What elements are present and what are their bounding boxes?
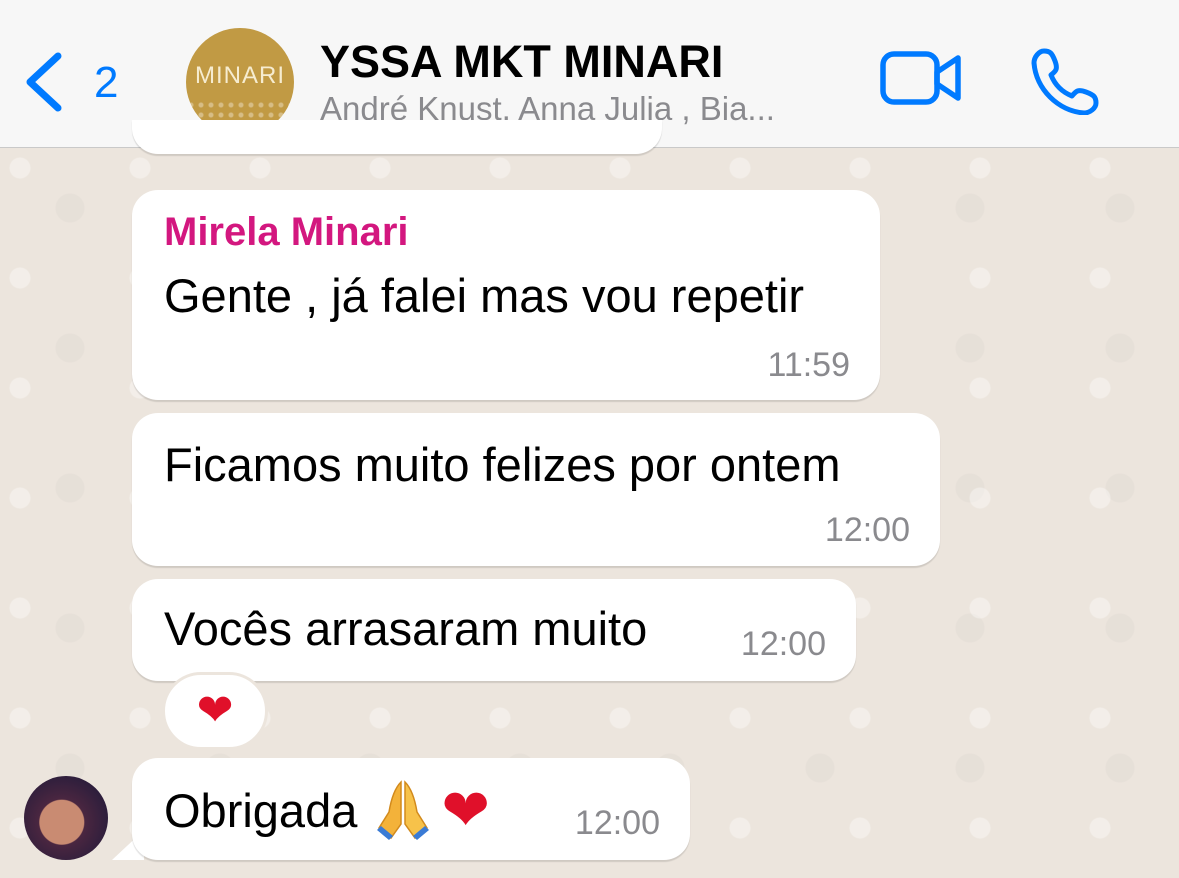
unread-count: 2: [94, 58, 119, 107]
sender-avatar[interactable]: [24, 776, 108, 860]
heart-reaction[interactable]: ❤: [162, 672, 268, 750]
message-sender[interactable]: Mirela Minari: [164, 210, 409, 255]
message-text: Vocês arrasaram muito: [164, 602, 648, 655]
message-bubble[interactable]: Mirela Minari Gente , já falei mas vou r…: [132, 190, 880, 400]
message-time: 12:00: [574, 804, 660, 842]
message-time: 12:00: [740, 625, 826, 663]
message-time: 11:59: [767, 346, 850, 384]
message-text: Gente , já falei mas vou repetir: [164, 269, 805, 322]
phone-icon: [1031, 48, 1099, 116]
video-call-button[interactable]: [880, 50, 962, 111]
chat-title[interactable]: YSSA MKT MINARI: [320, 36, 723, 88]
red-heart-emoji: ❤: [441, 778, 490, 843]
previous-message-edge: [132, 120, 662, 154]
chevron-left-icon: [26, 52, 62, 112]
voice-call-button[interactable]: [1030, 45, 1100, 120]
message-content: Obrigada ❤: [164, 776, 490, 844]
back-button[interactable]: 2: [22, 48, 132, 118]
video-camera-icon: [880, 51, 961, 105]
message-bubble[interactable]: Ficamos muito felizes por ontem 12:00: [132, 413, 940, 566]
message-text: Ficamos muito felizes por ontem: [164, 438, 841, 491]
message-bubble[interactable]: Vocês arrasaram muito 12:00: [132, 579, 856, 681]
red-heart-emoji: ❤: [196, 686, 234, 735]
message-text: Obrigada: [164, 783, 358, 837]
prayer-hands-emoji: [377, 780, 430, 840]
message-time: 12:00: [824, 511, 910, 549]
message-bubble[interactable]: Obrigada ❤ 12:00: [132, 758, 690, 860]
group-logo-text: MINARI: [195, 62, 285, 89]
